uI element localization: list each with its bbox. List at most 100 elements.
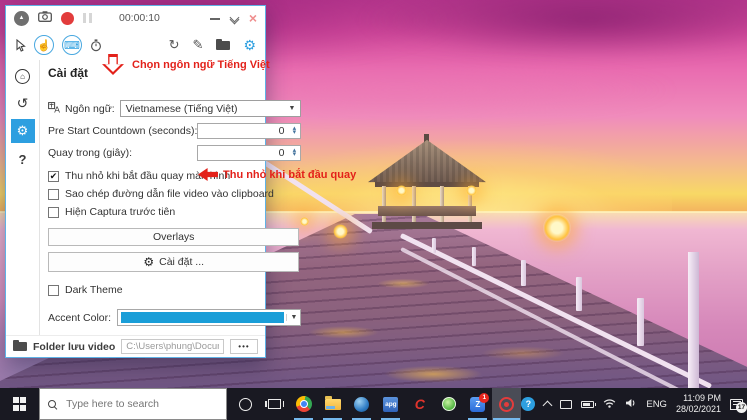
gazebo-post	[382, 186, 386, 222]
gazebo-post	[412, 186, 416, 222]
file-explorer-button[interactable]	[318, 388, 347, 420]
gazebo-lamp	[396, 185, 407, 196]
green-app-icon	[441, 397, 456, 411]
minimize-on-record-label: Thu nhỏ khi bắt đầu quay màn hình	[65, 170, 231, 182]
taskbar-search[interactable]	[39, 388, 228, 420]
translate-icon: A	[48, 101, 61, 116]
record-duration-input[interactable]: 0 ▴ ▾	[197, 145, 302, 161]
captura-sidebar: ⌂ ↺ ⚙ ?	[6, 60, 40, 335]
pause-button[interactable]	[83, 13, 92, 23]
pre-start-label: Pre Start Countdown (seconds):	[48, 125, 198, 137]
help-tray-icon[interactable]: ?	[521, 397, 536, 411]
clock-time: 11:09 PM	[683, 392, 721, 403]
collapse-button[interactable]: ▲	[14, 10, 29, 26]
sidebar-item-recent[interactable]: ↺	[11, 92, 35, 114]
close-button[interactable]: ×	[249, 11, 257, 25]
pre-start-row: Pre Start Countdown (seconds): 0 ▴ ▾	[48, 123, 302, 139]
sidebar-item-home[interactable]: ⌂	[11, 65, 35, 87]
record-button[interactable]	[61, 11, 74, 25]
language-indicator[interactable]: ENG	[646, 399, 667, 410]
cortana-button[interactable]	[231, 388, 260, 420]
accent-color-dropdown[interactable]: ▼	[117, 309, 302, 326]
railing-post	[576, 277, 582, 311]
pre-start-countdown-input[interactable]: 0 ▴ ▾	[197, 123, 302, 139]
page-title: Cài đặt	[48, 66, 89, 80]
zalo-button[interactable]: Z 1	[463, 388, 492, 420]
tray-chevron-up-icon[interactable]	[542, 400, 553, 411]
mouse-clicks-toggle[interactable]: ☝	[34, 35, 54, 55]
wifi-icon[interactable]	[603, 395, 616, 413]
expand-chevrons-button[interactable]	[229, 12, 240, 24]
railing-post	[688, 252, 699, 388]
start-button[interactable]	[0, 388, 39, 420]
minimize-on-record-row: ✔ Thu nhỏ khi bắt đầu quay màn hình Thu …	[48, 168, 356, 182]
sidebar-item-help[interactable]: ?	[11, 148, 35, 170]
railing-post	[637, 298, 644, 346]
cortana-icon	[239, 397, 253, 411]
duration-value: 0	[278, 147, 285, 159]
configure-button-label: Cài đặt ...	[159, 256, 205, 268]
pre-start-value: 0	[278, 125, 285, 137]
duration-label: Quay trong (giây):	[48, 147, 133, 159]
zalo-icon: Z 1	[470, 392, 490, 412]
copy-path-row: Sao chép đường dẫn file video vào clipbo…	[48, 188, 301, 200]
railing-post	[432, 238, 436, 253]
browse-folder-button[interactable]: •••	[230, 339, 258, 354]
language-dropdown[interactable]: Vietnamese (Tiếng Việt) ▼	[119, 100, 302, 117]
captura-taskbar-button[interactable]	[492, 388, 522, 420]
spinner-arrows[interactable]: ▴ ▾	[288, 147, 300, 158]
captura-window: ▲ 00:00:10 × ☝ ⌨ ↻ ✎ ⚙ ⌂ ↺ ⚙ ? Cài đặt A…	[5, 5, 356, 358]
language-value: Vietnamese (Tiếng Việt)	[125, 102, 238, 115]
configure-button[interactable]: ⚙ Cài đặt ...	[48, 252, 300, 272]
notification-center-icon[interactable]: 17	[730, 398, 747, 413]
gazebo-roof	[368, 139, 486, 183]
pier-lamp	[543, 214, 571, 242]
captura-titlebar: ▲ 00:00:10 ×	[6, 6, 265, 30]
system-tray: ? ENG 11:09 PM 28/02/2021 17	[521, 388, 747, 420]
taskbar-apps: apg C Z 1	[231, 388, 522, 420]
copy-path-checkbox[interactable]	[48, 188, 59, 200]
minimize-on-record-checkbox[interactable]: ✔	[48, 170, 59, 182]
recording-timer: 00:00:10	[119, 12, 160, 24]
gear-icon: ⚙	[143, 255, 155, 269]
language-label: Ngôn ngữ:	[65, 102, 115, 115]
volume-icon[interactable]	[625, 395, 637, 413]
accent-color-swatch	[121, 312, 285, 323]
chrome-button[interactable]	[289, 388, 318, 420]
spinner-arrows[interactable]: ▴ ▾	[288, 125, 300, 136]
apg-app-button[interactable]: apg	[376, 388, 405, 420]
green-app-button[interactable]	[434, 388, 463, 420]
taskbar-clock[interactable]: 11:09 PM 28/02/2021	[676, 393, 721, 416]
svg-text:A: A	[54, 104, 60, 112]
cursor-toggle[interactable]	[15, 38, 26, 52]
overlays-button-label: Overlays	[152, 231, 195, 243]
chevron-down-icon: ▼	[286, 314, 300, 321]
accent-color-label: Accent Color:	[48, 311, 112, 324]
ccleaner-button[interactable]: C	[405, 388, 434, 420]
output-folder-bar: Folder lưu video •••	[6, 335, 265, 357]
refresh-icon[interactable]: ↻	[169, 37, 180, 53]
overlays-button[interactable]: Overlays	[48, 228, 300, 246]
captura-toolbar: ☝ ⌨ ↻ ✎ ⚙	[6, 30, 265, 60]
show-first-checkbox[interactable]	[48, 206, 59, 218]
tablet-mode-icon[interactable]	[560, 399, 573, 409]
gazebo-railing	[378, 206, 476, 216]
folder-icon[interactable]	[216, 38, 231, 50]
search-input[interactable]	[64, 397, 219, 411]
stopwatch-icon[interactable]	[90, 38, 102, 52]
task-view-button[interactable]	[260, 388, 289, 420]
copy-path-label: Sao chép đường dẫn file video vào clipbo…	[65, 188, 274, 200]
folder-icon	[13, 340, 27, 351]
output-folder-path-input[interactable]	[121, 339, 224, 354]
dark-theme-checkbox[interactable]	[48, 284, 59, 296]
sidebar-item-settings[interactable]: ⚙	[10, 119, 35, 143]
minimize-button[interactable]	[209, 18, 220, 20]
battery-icon[interactable]	[581, 400, 597, 408]
settings-gear-icon[interactable]: ⚙	[243, 38, 256, 52]
keystrokes-toggle[interactable]: ⌨	[62, 35, 82, 55]
language-row: A Ngôn ngữ: Vietnamese (Tiếng Việt) ▼	[48, 100, 302, 117]
screenshot-camera-icon[interactable]	[38, 11, 52, 25]
pencil-icon[interactable]: ✎	[193, 37, 204, 53]
blue-sphere-app-button[interactable]	[347, 388, 376, 420]
duration-row: Quay trong (giây): 0 ▴ ▾	[48, 145, 302, 161]
